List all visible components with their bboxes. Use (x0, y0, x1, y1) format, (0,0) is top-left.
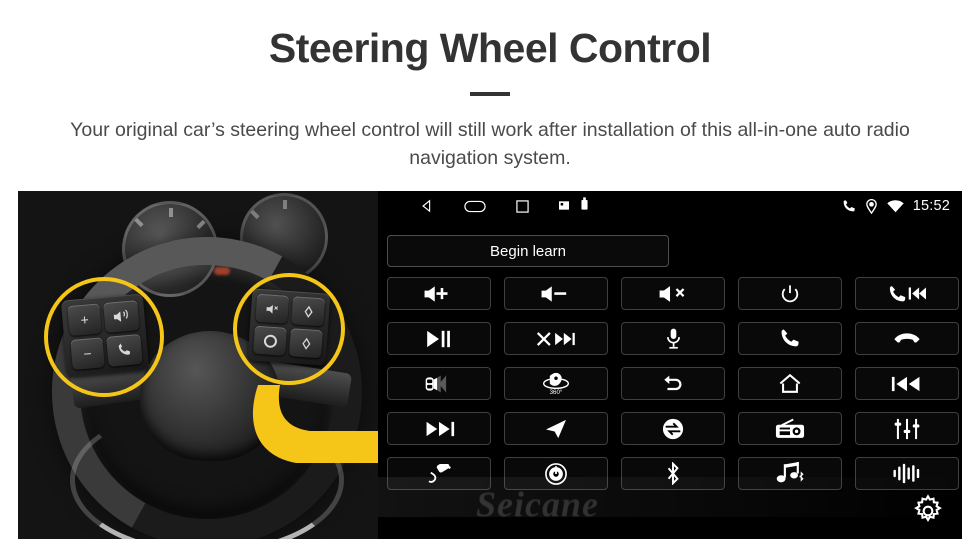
swc-button-bluetooth[interactable] (621, 457, 725, 490)
swc-button-mute[interactable] (621, 277, 725, 310)
swc-button-next-track[interactable] (387, 412, 491, 445)
usb-icon (581, 197, 588, 215)
head-unit-screen: 15:52 Begin learn 360° Seicane (378, 191, 962, 539)
voice-mode-key (103, 300, 140, 333)
swc-button-power[interactable] (738, 277, 842, 310)
cruise-up-key (291, 296, 326, 327)
page-root: Steering Wheel Control Your original car… (0, 0, 980, 548)
gear-icon[interactable] (908, 491, 948, 531)
home-icon[interactable] (464, 200, 486, 213)
swc-button-camera-360[interactable]: 360° (504, 367, 608, 400)
swc-button-volume-down[interactable] (504, 277, 608, 310)
wifi-icon (887, 199, 904, 213)
swc-button-equalizer[interactable] (855, 412, 959, 445)
location-icon (865, 198, 878, 214)
swc-button-back[interactable] (621, 367, 725, 400)
title-divider (470, 92, 510, 96)
swc-button-shuffle-next[interactable] (504, 322, 608, 355)
left-control-pad: + − (60, 293, 150, 377)
cruise-resume-key (253, 325, 287, 356)
android-status-bar: 15:52 (378, 191, 962, 221)
swc-button-volume-up[interactable] (387, 277, 491, 310)
volume-up-key: + (67, 303, 102, 337)
begin-learn-button[interactable]: Begin learn (387, 235, 669, 267)
media-band: + − 15:52 Begin learn 360° Seicane (18, 191, 962, 539)
brand-watermark: Seicane (476, 484, 599, 524)
volume-down-key: − (70, 337, 105, 370)
recents-icon[interactable] (516, 199, 529, 213)
sdcard-icon (559, 197, 569, 215)
cruise-set-key (255, 293, 290, 324)
cruise-down-key (288, 328, 323, 359)
swc-button-source-switch[interactable] (621, 412, 725, 445)
svg-text:360°: 360° (550, 389, 563, 395)
swc-button-navigation[interactable] (504, 412, 608, 445)
page-title: Steering Wheel Control (268, 25, 712, 71)
storage-indicators (559, 197, 588, 215)
status-clock: 15:52 (912, 198, 950, 214)
page-subtitle: Your original car’s steering wheel contr… (70, 119, 910, 170)
swc-button-previous-track[interactable] (855, 367, 959, 400)
phone-call-key (106, 333, 143, 367)
swc-button-voice-assistant[interactable] (855, 457, 959, 490)
phone-icon (841, 199, 856, 214)
back-icon[interactable] (420, 199, 434, 213)
swc-button-hang-up[interactable] (855, 322, 959, 355)
swc-button-grid: 360° (387, 277, 959, 490)
swc-button-play-pause[interactable] (387, 322, 491, 355)
swc-button-answer-call[interactable] (738, 322, 842, 355)
swc-button-parking-radar[interactable] (387, 367, 491, 400)
swc-button-call-previous[interactable] (855, 277, 959, 310)
swc-button-voice-mic[interactable] (621, 322, 725, 355)
swc-button-radio[interactable] (738, 412, 842, 445)
swc-button-home[interactable] (738, 367, 842, 400)
swc-button-bluetooth-music[interactable] (738, 457, 842, 490)
right-control-pad (247, 288, 331, 366)
steering-wheel-photo: + − (18, 191, 378, 539)
